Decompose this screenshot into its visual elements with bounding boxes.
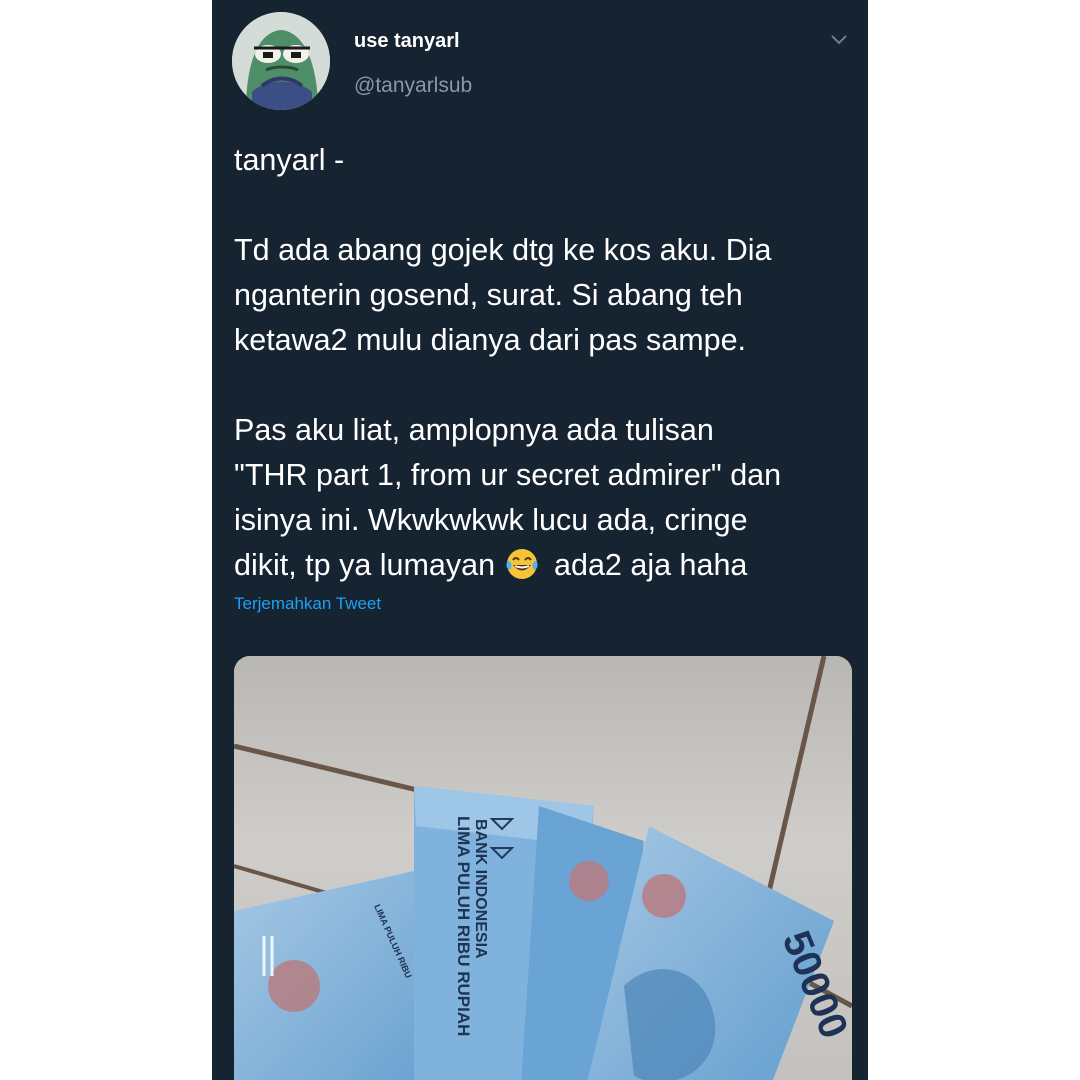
tweet-text: tanyarl - Td ada abang gojek dtg ke kos … [234,138,854,588]
frog-avatar[interactable] [232,12,330,110]
banknote-issuer-text: BANK INDONESIA [472,819,489,959]
display-name[interactable]: use tanyarl [354,30,460,53]
tweet-line: Td ada abang gojek dtg ke kos aku. Dia [234,233,772,267]
tweet-line: "THR part 1, from ur secret admirer" dan [234,458,782,492]
tweet-line: tanyarl - [234,143,345,177]
tweet-line: Pas aku liat, amplopnya ada tulisan [234,413,714,447]
tweet-line: nganterin gosend, surat. Si abang teh [234,278,743,312]
tweet-line: ketawa2 mulu dianya dari pas sampe. [234,323,747,357]
tweet-card: use tanyarl @tanyarlsub tanyarl - Td ada… [212,0,868,1080]
tweet-line: isinya ini. Wkwkwkwk lucu ada, cringe [234,503,748,537]
tears-of-joy-emoji [504,546,540,582]
tweet-photo[interactable]: BANK INDONESIA LIMA PULUH RIBU RUPIAH LI… [234,656,852,1080]
banknote-amount-words-text: LIMA PULUH RIBU RUPIAH [454,816,473,1036]
tweet-line-segment: dikit, tp ya lumayan [234,548,496,582]
user-handle[interactable]: @tanyarlsub [354,74,472,98]
tweet-line-last: dikit, tp ya lumayan ada2 aja haha [234,543,854,588]
translate-tweet-link[interactable]: Terjemahkan Tweet [234,594,381,614]
tweet-line-segment: ada2 aja haha [554,548,748,582]
chevron-down-icon[interactable] [829,30,849,50]
